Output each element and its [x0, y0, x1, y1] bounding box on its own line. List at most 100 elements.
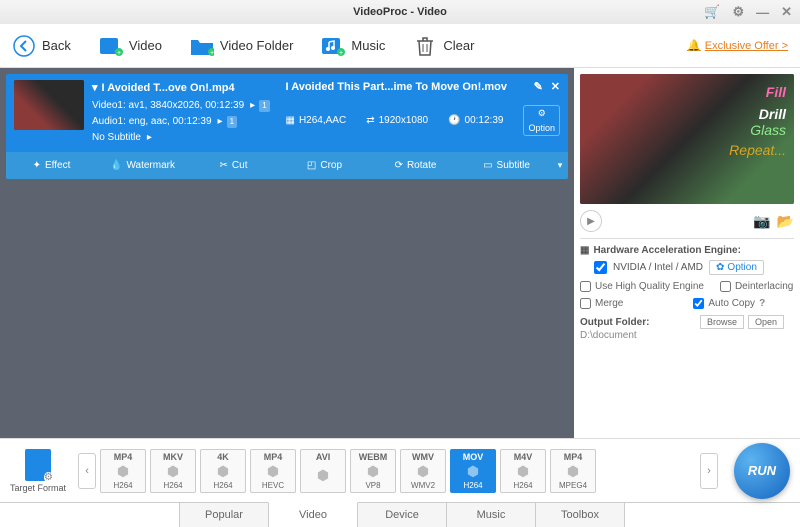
preview-overlay-text: Fill — [729, 84, 786, 100]
resolution-icon: ⇄ — [366, 115, 374, 126]
hq-engine-checkbox[interactable] — [580, 281, 591, 292]
preview-window: Fill Drill Glass Repeat... — [580, 74, 794, 204]
clock-icon: 🕐 — [448, 115, 460, 126]
output-filename: I Avoided This Part...ime To Move On!.mo… — [285, 81, 506, 93]
svg-text:+: + — [339, 50, 343, 57]
codec-text: H264,AAC — [299, 115, 346, 126]
format-option-webm-vp8[interactable]: WEBM⬢VP8 — [350, 449, 396, 493]
source-filename: I Avoided T...ove On!.mp4 — [102, 80, 235, 98]
resolution-text: 1920x1080 — [379, 115, 429, 126]
autocopy-checkbox[interactable] — [693, 298, 704, 309]
chevron-icon[interactable]: ▸ — [218, 116, 223, 127]
remove-item-icon[interactable]: ✕ — [551, 80, 560, 93]
format-next-button[interactable]: › — [700, 453, 718, 489]
format-option-mp4-mpeg4[interactable]: MP4⬢MPEG4 — [550, 449, 596, 493]
tab-popular[interactable]: Popular — [179, 503, 269, 527]
rotate-button[interactable]: ⟳Rotate — [370, 156, 461, 175]
duration-text: 00:12:39 — [465, 115, 504, 126]
crop-button[interactable]: ◰Crop — [279, 156, 370, 175]
subtitle-button[interactable]: ▭Subtitle — [461, 156, 552, 175]
wand-icon: ✦ — [33, 160, 41, 171]
back-arrow-icon — [12, 34, 36, 58]
snapshot-icon[interactable]: 📷 — [753, 213, 770, 230]
watermark-button[interactable]: 💧Watermark — [97, 156, 188, 175]
cart-icon[interactable]: 🛒 — [704, 4, 720, 20]
titlebar: VideoProc - Video 🛒 ⚙ — ✕ — [0, 0, 800, 24]
exclusive-offer-link[interactable]: 🔔 Exclusive Offer > — [687, 39, 788, 52]
help-icon[interactable]: ? — [759, 298, 765, 309]
hw-vendor-checkbox[interactable] — [594, 261, 607, 274]
format-prev-button[interactable]: ‹ — [78, 453, 96, 489]
minimize-icon[interactable]: — — [756, 5, 769, 20]
hw-option-button[interactable]: ✿Option — [709, 260, 764, 275]
gear-icon: ⚙ — [538, 108, 546, 119]
video-list-panel: ▾I Avoided T...ove On!.mp4 Video1: av1, … — [0, 68, 574, 438]
rotate-icon: ⟳ — [395, 160, 403, 171]
format-option-mov-h264[interactable]: MOV⬢H264 — [450, 449, 496, 493]
back-button[interactable]: Back — [12, 34, 71, 58]
tab-toolbox[interactable]: Toolbox — [535, 503, 625, 527]
run-button[interactable]: RUN — [734, 443, 790, 499]
format-option-mp4-hevc[interactable]: MP4⬢HEVC — [250, 449, 296, 493]
tab-device[interactable]: Device — [357, 503, 447, 527]
edit-toolbar: ✦Effect 💧Watermark ✂Cut ◰Crop ⟳Rotate ▭S… — [6, 152, 568, 179]
play-button[interactable]: ▶ — [580, 210, 602, 232]
add-folder-button[interactable]: + Video Folder — [190, 34, 293, 58]
svg-text:+: + — [210, 50, 214, 57]
subtitle-icon: ▭ — [483, 160, 492, 171]
target-format-button[interactable]: Target Format — [10, 449, 66, 493]
trash-icon — [413, 34, 437, 58]
effect-button[interactable]: ✦Effect — [6, 156, 97, 175]
add-music-button[interactable]: + Music — [321, 34, 385, 58]
browse-button[interactable]: Browse — [700, 315, 744, 329]
hw-accel-label: Hardware Acceleration Engine: — [593, 245, 740, 256]
stream-badge: 1 — [227, 116, 237, 129]
droplet-icon: 💧 — [110, 160, 122, 171]
category-tabs: Popular Video Device Music Toolbox — [0, 502, 800, 527]
target-format-icon — [25, 449, 51, 481]
bell-icon: 🔔 — [687, 39, 701, 52]
close-icon[interactable]: ✕ — [781, 4, 792, 20]
edit-name-icon[interactable]: ✎ — [534, 80, 543, 93]
preview-overlay-text: Glass — [729, 122, 786, 138]
stream-badge: 1 — [259, 100, 269, 113]
crop-icon: ◰ — [307, 160, 316, 171]
expand-down-icon[interactable]: ▾ — [552, 156, 568, 175]
format-option-m4v-h264[interactable]: M4V⬢H264 — [500, 449, 546, 493]
codec-option-button[interactable]: ⚙ Option — [523, 105, 560, 136]
music-icon: + — [321, 34, 345, 58]
cut-button[interactable]: ✂Cut — [188, 156, 279, 175]
folder-icon: + — [190, 34, 214, 58]
format-option-mkv-h264[interactable]: MKV⬢H264 — [150, 449, 196, 493]
app-title: VideoProc - Video — [353, 6, 447, 18]
hw-vendor-label: NVIDIA / Intel / AMD — [613, 262, 703, 273]
chip-icon: ▦ — [580, 245, 589, 256]
tab-music[interactable]: Music — [446, 503, 536, 527]
video-stream-info: Video1: av1, 3840x2026, 00:12:39 — [92, 100, 244, 111]
open-folder-icon[interactable]: 📂 — [777, 213, 794, 230]
gear-icon: ✿ — [716, 262, 724, 273]
open-button[interactable]: Open — [748, 315, 784, 329]
video-item[interactable]: ▾I Avoided T...ove On!.mp4 Video1: av1, … — [6, 74, 568, 179]
video-thumbnail — [14, 80, 84, 130]
merge-checkbox[interactable] — [580, 298, 591, 309]
chevron-icon[interactable]: ▸ — [250, 100, 255, 111]
audio-stream-info: Audio1: eng, aac, 00:12:39 — [92, 116, 212, 127]
settings-icon[interactable]: ⚙ — [732, 4, 744, 20]
format-option-wmv-wmv2[interactable]: WMV⬢WMV2 — [400, 449, 446, 493]
scissors-icon: ✂ — [220, 160, 228, 171]
chevron-down-icon[interactable]: ▾ — [92, 80, 98, 98]
chevron-icon[interactable]: ▸ — [147, 132, 152, 143]
format-option-avi-[interactable]: AVI⬢ — [300, 449, 346, 493]
preview-overlay-text: Drill — [729, 106, 786, 122]
format-option-4k-h264[interactable]: 4K⬢H264 — [200, 449, 246, 493]
preview-panel: Fill Drill Glass Repeat... ▶ 📷 📂 ▦ Hardwa… — [574, 68, 800, 438]
codec-icon: ▦ — [285, 115, 294, 126]
deinterlacing-checkbox[interactable] — [720, 281, 731, 292]
main-toolbar: Back + Video + Video Folder + Music Clea… — [0, 24, 800, 68]
preview-overlay-text: Repeat... — [729, 142, 786, 158]
add-video-button[interactable]: + Video — [99, 34, 162, 58]
tab-video[interactable]: Video — [268, 502, 358, 527]
format-option-mp4-h264[interactable]: MP4⬢H264 — [100, 449, 146, 493]
clear-button[interactable]: Clear — [413, 34, 474, 58]
